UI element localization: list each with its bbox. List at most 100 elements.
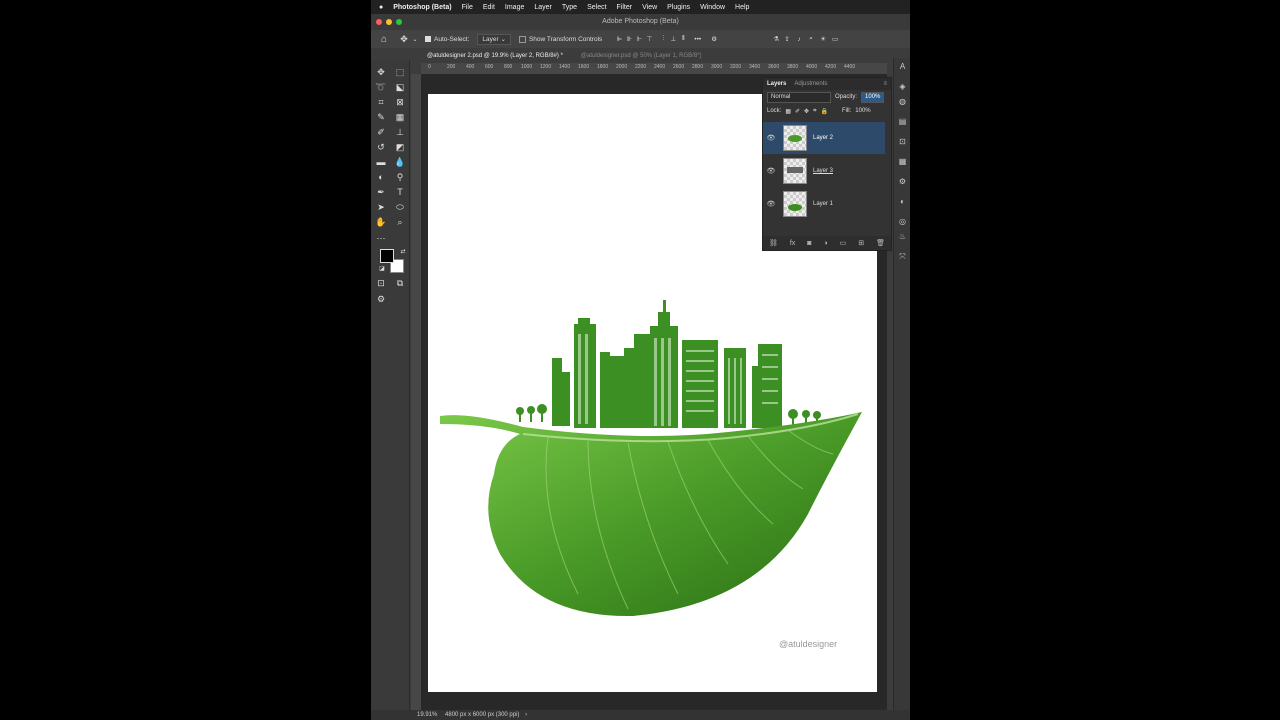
visibility-eye-icon[interactable]: 👁 [763,134,779,142]
hand-tool-icon[interactable]: ✋ [375,216,387,228]
frame-tool-icon[interactable]: ⊠ [394,96,406,108]
layer-row[interactable]: 👁 Layer 3 [763,155,885,187]
zoom-tool-icon[interactable]: ⌕ [394,216,406,228]
search-icon[interactable]: ⌕ [805,35,817,43]
share-icon[interactable]: ⇪ [781,35,793,43]
align-bottom-icon[interactable]: ⊥ [668,35,678,43]
chevron-down-icon[interactable]: ⌄ [411,36,419,43]
lock-all-icon[interactable]: 🔒 [820,108,827,115]
layer-name[interactable]: Layer 2 [813,135,833,141]
crop-tool-icon[interactable]: ⌗ [375,96,387,108]
light-icon[interactable]: ☀ [817,35,829,43]
adjustment-icon[interactable]: ◑ [823,240,827,247]
link-layers-icon[interactable]: ⛓ [769,239,778,247]
auto-select-checkbox[interactable] [425,36,431,42]
transform-panel-icon[interactable]: ⤧ [896,252,909,264]
menu-window[interactable]: Window [695,4,730,11]
eraser-tool-icon[interactable]: ◩ [394,141,406,153]
lock-transparent-icon[interactable]: ▦ [785,108,791,115]
align-center-icon[interactable]: ⊪ [624,35,634,43]
layer-row[interactable]: 👁 Layer 1 [763,188,885,220]
menu-image[interactable]: Image [500,4,529,11]
swatches-panel-icon[interactable]: ▤ [896,117,909,129]
zoom-level[interactable]: 19.91% [417,712,437,718]
brush-tool-icon[interactable]: ✐ [375,126,387,138]
zoom-window-button[interactable] [396,19,402,25]
menu-help[interactable]: Help [730,4,754,11]
bell-icon[interactable]: ♪ [793,36,805,43]
layer-row[interactable]: 👁 Layer 2 [763,122,885,154]
paths-panel-icon[interactable]: ♨ [896,232,909,244]
libraries-panel-icon[interactable]: ⊡ [896,137,909,149]
edit-toolbar-icon[interactable]: ⚙ [375,293,387,305]
lock-artboard-icon[interactable]: ⌗ [813,108,816,115]
mask-icon[interactable]: ◙ [807,240,811,247]
opacity-input[interactable]: 100% [861,91,885,103]
color-panel-icon[interactable]: ◍ [896,97,909,109]
blur-tool-icon[interactable]: 💧 [394,156,406,168]
menu-type[interactable]: Type [557,4,582,11]
new-layer-icon[interactable]: ⊞ [858,239,864,247]
home-icon[interactable]: ⌂ [377,34,391,45]
more-tools-icon[interactable]: ⋯ [375,232,387,244]
gradient-tool-icon[interactable]: ▬ [375,156,387,168]
apple-menu-icon[interactable]: ● [371,4,388,11]
menu-view[interactable]: View [637,4,662,11]
trash-icon[interactable]: 🗑 [876,239,885,247]
align-top-icon[interactable]: ⊤ [644,35,654,43]
marquee-tool-icon[interactable]: ⬚ [394,66,406,78]
fx-icon[interactable]: fx [790,240,795,247]
minimize-window-button[interactable] [386,19,392,25]
tab-adjustments[interactable]: Adjustments [794,81,827,87]
blend-mode-dropdown[interactable]: Normal [767,91,831,103]
menu-edit[interactable]: Edit [478,4,500,11]
menu-layer[interactable]: Layer [529,4,557,11]
screen-mode-icon[interactable]: ⧉ [394,277,406,289]
layers-panel-icon[interactable]: ◈ [896,82,909,94]
character-panel-icon[interactable]: A [896,62,909,74]
menu-plugins[interactable]: Plugins [662,4,695,11]
eyedropper-tool-icon[interactable]: ✎ [375,111,387,123]
workspace-icon[interactable]: ▭ [829,35,841,43]
properties-panel-icon[interactable]: ⚙ [896,177,909,189]
panel-menu-icon[interactable]: ≡ [883,81,887,87]
grid-panel-icon[interactable]: ▦ [896,157,909,169]
sponge-tool-icon[interactable]: ⚲ [394,171,406,183]
close-window-button[interactable] [376,19,382,25]
foreground-color-swatch[interactable] [380,249,394,263]
gear-icon[interactable]: ⚙ [709,35,719,43]
menu-file[interactable]: File [457,4,478,11]
move-tool-icon[interactable]: ✥ [397,34,411,45]
healing-tool-icon[interactable]: ▦ [394,111,406,123]
adjustments-panel-icon[interactable]: ◐ [896,197,909,209]
lock-brush-icon[interactable]: ✐ [795,108,800,115]
quick-mask-icon[interactable]: ⊡ [375,277,387,289]
align-right-icon[interactable]: ⊩ [634,35,644,43]
object-select-tool-icon[interactable]: ⬕ [394,81,406,93]
visibility-eye-icon[interactable]: 👁 [763,167,779,175]
history-brush-tool-icon[interactable]: ↺ [375,141,387,153]
fill-input[interactable]: 100% [855,108,870,114]
menu-app-name[interactable]: Photoshop (Beta) [388,4,456,11]
align-middle-icon[interactable]: ⫶ [658,35,668,43]
pen-tool-icon[interactable]: ✒ [375,186,387,198]
document-tab-active[interactable]: @atuldesigner 2.psd @ 19.9% (Layer 2, RG… [421,53,569,59]
ellipse-tool-icon[interactable]: ⬭ [394,201,406,213]
auto-select-dropdown[interactable]: Layer ⌄ [477,33,511,45]
group-folder-icon[interactable]: ▭ [840,239,847,247]
layer-name[interactable]: Layer 3 [813,168,833,174]
flask-icon[interactable]: ⚗ [771,35,781,43]
dodge-tool-icon[interactable]: ◐ [375,171,387,183]
swap-colors-icon[interactable]: ⇄ [397,246,409,258]
default-colors-icon[interactable]: ◪ [376,263,388,275]
tab-layers[interactable]: Layers [767,81,786,87]
channels-panel-icon[interactable]: ◎ [896,217,909,229]
lasso-tool-icon[interactable]: ➰ [375,81,387,93]
status-arrow-icon[interactable]: › [525,712,527,718]
layer-name[interactable]: Layer 1 [813,201,833,207]
document-tab[interactable]: @atuldesigner.psd @ 50% (Layer 1, RGB/8*… [575,53,708,59]
menu-filter[interactable]: Filter [612,4,638,11]
type-tool-icon[interactable]: T [394,186,406,198]
visibility-eye-icon[interactable]: 👁 [763,200,779,208]
distribute-icon[interactable]: ⫴ [678,35,688,43]
